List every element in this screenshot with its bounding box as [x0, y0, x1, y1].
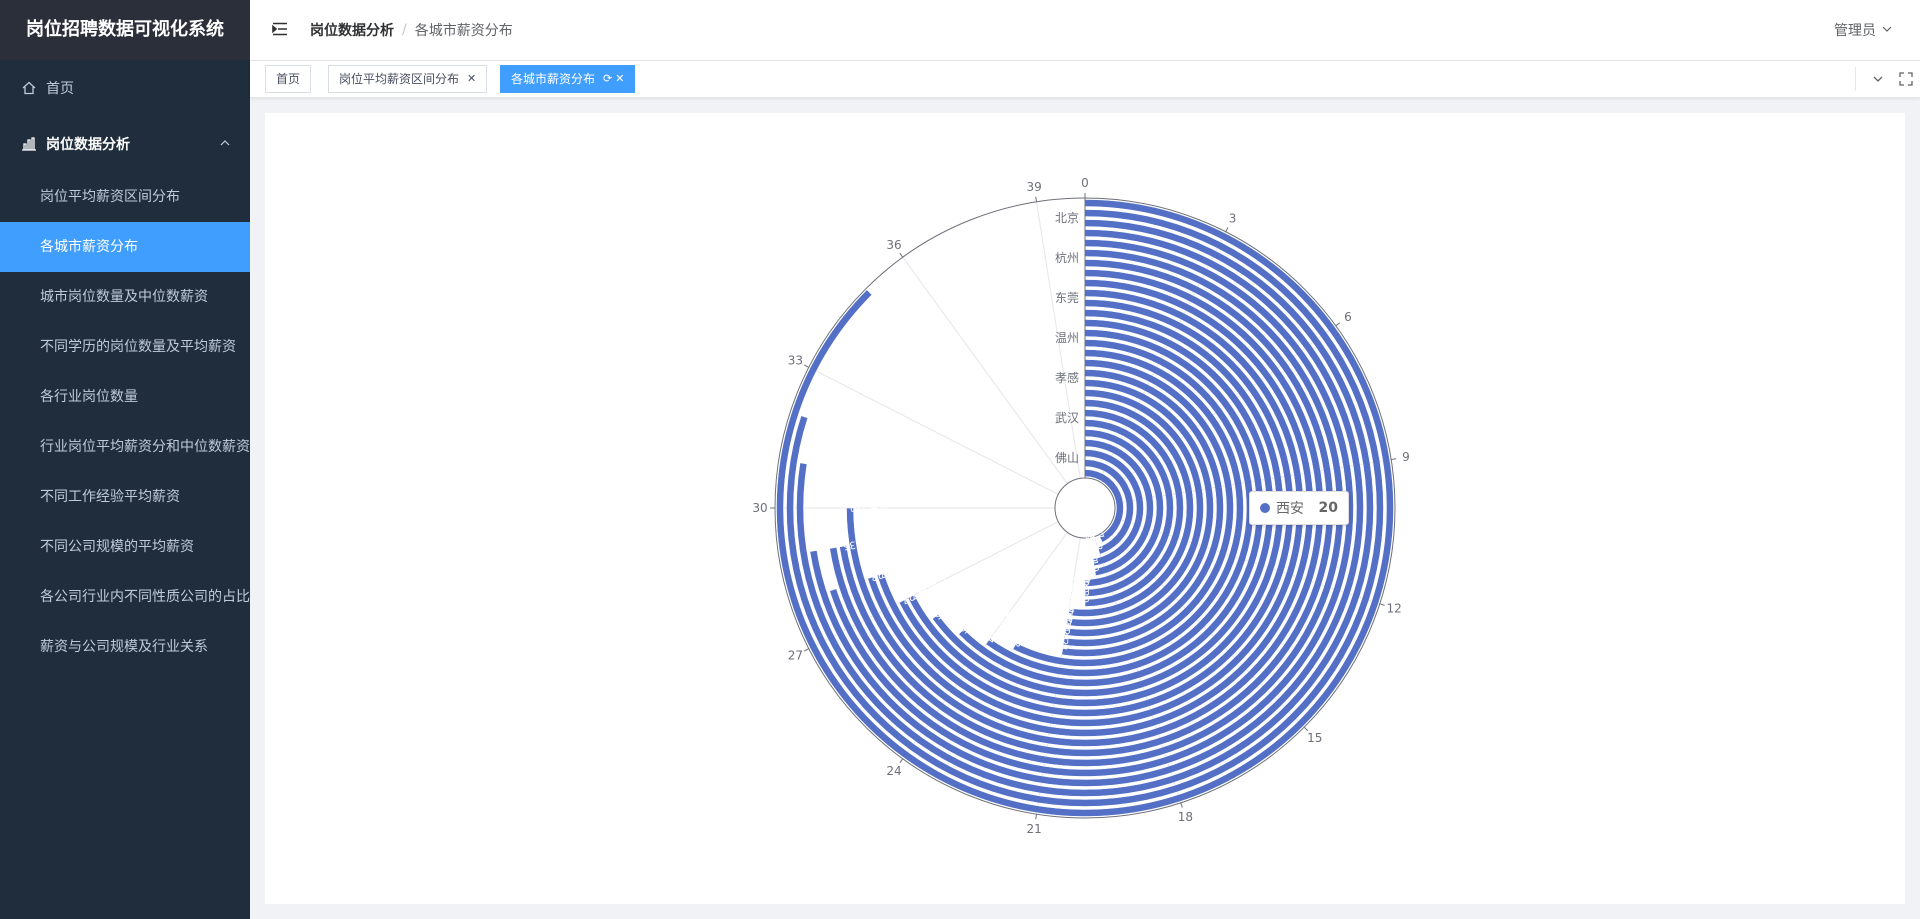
chevron-up-icon	[220, 136, 230, 152]
sidebar-item-education[interactable]: 不同学历的岗位数量及平均薪资	[0, 322, 250, 372]
tooltip-name: 西安	[1276, 501, 1304, 517]
angle-tick-label: 39	[1027, 180, 1042, 194]
angle-tick	[1391, 458, 1397, 460]
angle-tick-label: 18	[1178, 810, 1193, 824]
angle-tick	[1180, 802, 1183, 808]
split-line	[902, 256, 1068, 485]
tags-view: 首页 岗位平均薪资区间分布 ✕ 各城市薪资分布 ⟳ ✕	[250, 61, 1920, 98]
data-label: 上海: 28	[869, 560, 910, 585]
breadcrumb-item-current: 各城市薪资分布	[414, 23, 513, 39]
user-name: 管理员	[1834, 23, 1876, 39]
angle-tick-label: 21	[1027, 822, 1042, 836]
angle-tick-label: 24	[886, 764, 901, 778]
home-icon	[20, 81, 38, 95]
series-color-dot	[1260, 503, 1270, 513]
angle-tick	[899, 252, 904, 258]
submenu: 岗位平均薪资区间分布 各城市薪资分布 城市岗位数量及中位数薪资 不同学历的岗位数…	[0, 172, 250, 672]
close-icon[interactable]: ✕	[615, 66, 624, 92]
menu-fold-icon	[272, 21, 288, 40]
breadcrumb-item-group[interactable]: 岗位数据分析	[310, 20, 394, 40]
radius-axis-label: 杭州	[1055, 250, 1079, 265]
angle-tick	[899, 758, 904, 764]
chart-panel: 0 3 6 9 12 15 18 21 24 27 30 33 36 39 北京 杭州 东莞 温州 孝感 武汉 佛山 佛山…	[265, 113, 1905, 904]
tag-label: 岗位平均薪资区间分布	[339, 72, 460, 86]
radius-axis-label: 武汉	[1055, 411, 1079, 425]
polar-bar-chart[interactable]: 036912151821242730333639北京杭州东莞温州孝感武汉佛山佛山…	[265, 113, 1905, 904]
refresh-icon[interactable]: ⟳	[603, 66, 612, 92]
tag-label: 各城市薪资分布	[511, 72, 596, 86]
sidebar-item-company-nature[interactable]: 各公司行业内不同性质公司的占比	[0, 572, 250, 622]
sidebar-item-salary-range[interactable]: 岗位平均薪资区间分布	[0, 172, 250, 222]
angle-tick-label: 36	[886, 238, 901, 252]
tooltip-value: 20	[1318, 500, 1338, 516]
angle-tick-label: 27	[788, 649, 803, 663]
sidebar-item-city-count-median[interactable]: 城市岗位数量及中位数薪资	[0, 272, 250, 322]
tag-home[interactable]: 首页	[265, 65, 312, 93]
radius-axis-label: 东莞	[1055, 291, 1079, 305]
sidebar-item-company-size[interactable]: 不同公司规模的平均薪资	[0, 522, 250, 572]
radius-axis-label: 孝感	[1055, 370, 1079, 385]
sidebar-item-industry-salary[interactable]: 行业岗位平均薪资分和中位数薪资	[0, 422, 250, 472]
radius-axis-label: 北京	[1055, 211, 1079, 225]
user-dropdown[interactable]: 管理员	[1834, 0, 1892, 60]
chart-tooltip: 西安 20	[1249, 491, 1349, 525]
data-label: 南京: 26	[932, 589, 971, 623]
sidebar-item-experience[interactable]: 不同工作经验平均薪资	[0, 472, 250, 522]
header: 岗位数据分析 / 各城市薪资分布 管理员	[250, 0, 1920, 61]
angle-tick-label: 12	[1386, 601, 1401, 615]
split-line	[808, 366, 1059, 495]
tag-city-salary[interactable]: 各城市薪资分布 ⟳ ✕	[500, 65, 636, 93]
angle-tick	[1379, 603, 1385, 606]
bar-chart-icon	[20, 137, 38, 151]
tag-salary-range[interactable]: 岗位平均薪资区间分布 ✕	[328, 65, 488, 93]
angle-tick-label: 3	[1229, 211, 1237, 225]
angle-tick	[1035, 196, 1037, 202]
data-label: 上海: 27	[900, 578, 941, 607]
angle-tick-label: 30	[752, 501, 767, 515]
sidebar-group-label: 岗位数据分析	[46, 137, 130, 153]
angle-tick-label: 6	[1344, 310, 1352, 324]
tag-label: 首页	[276, 72, 301, 86]
sidebar-item-salary-scale-industry[interactable]: 薪资与公司规模及行业关系	[0, 622, 250, 672]
sidebar-item-industry-count[interactable]: 各行业岗位数量	[0, 372, 250, 422]
sidebar: 岗位招聘数据可视化系统 首页 岗位数据分析 岗位平均薪资区间分布 各城市薪资分布…	[0, 0, 250, 919]
sidebar-item-city-salary[interactable]: 各城市薪资分布	[0, 222, 250, 272]
tag-tools	[1855, 61, 1920, 97]
breadcrumb: 岗位数据分析 / 各城市薪资分布	[310, 20, 513, 40]
chevron-down-icon	[1882, 24, 1892, 37]
data-label: 天津: 20	[1079, 564, 1091, 603]
app-title: 岗位招聘数据可视化系统	[0, 0, 250, 60]
chevron-down-icon[interactable]	[1864, 65, 1892, 93]
sidebar-item-home[interactable]: 首页	[0, 60, 250, 116]
sidebar-group-job-analysis[interactable]: 岗位数据分析	[0, 116, 250, 172]
angle-tick-label: 15	[1307, 731, 1322, 745]
angle-tick	[1335, 322, 1341, 327]
sidebar-item-label: 首页	[46, 81, 74, 97]
angle-tick-label: 9	[1402, 450, 1410, 464]
angle-tick	[1225, 227, 1229, 233]
radius-axis-label: 佛山	[1055, 451, 1079, 465]
angle-tick	[1035, 814, 1037, 820]
data-label: 北京: 30	[850, 502, 889, 515]
hamburger-button[interactable]	[250, 21, 310, 40]
angle-tick-label: 33	[788, 353, 803, 367]
angle-tick-label: 0	[1081, 176, 1089, 190]
radius-axis-label: 温州	[1055, 331, 1079, 345]
angle-tick	[804, 648, 810, 652]
breadcrumb-separator: /	[402, 22, 407, 38]
angle-tick	[804, 364, 810, 368]
close-icon[interactable]: ✕	[467, 66, 476, 92]
divider	[1855, 67, 1856, 91]
fullscreen-icon[interactable]	[1892, 65, 1920, 93]
